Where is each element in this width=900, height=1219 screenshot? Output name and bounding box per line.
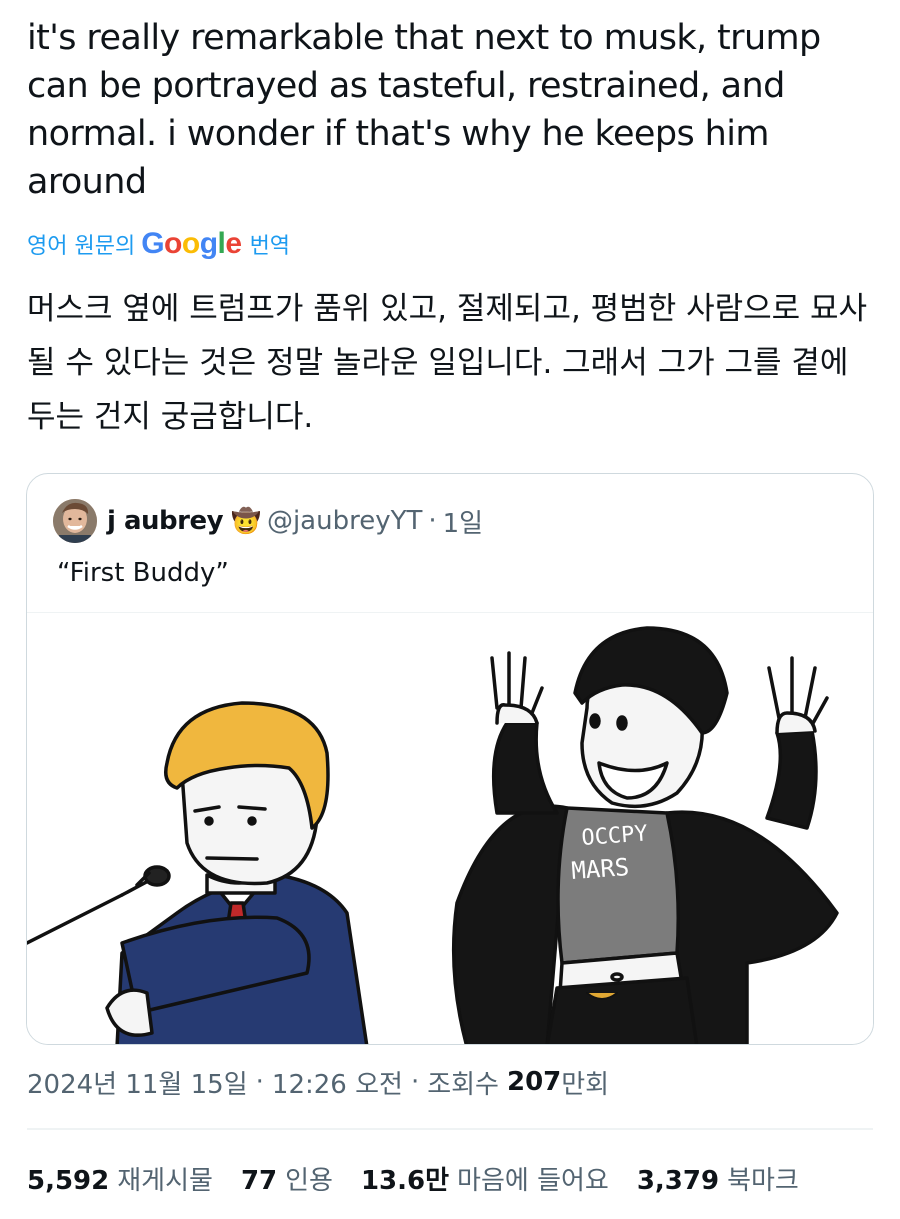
translate-link[interactable]: 번역 xyxy=(250,228,290,260)
stat-label: 재게시물 xyxy=(117,1165,213,1196)
first-buddy-cartoon: OCCPY MARS xyxy=(27,626,839,1044)
stat-label: 마음에 들어요 xyxy=(457,1165,609,1196)
cowboy-emoji-icon: 🤠 xyxy=(231,507,261,535)
stat-count: 3,379 xyxy=(636,1165,720,1196)
quote-text: “First Buddy” xyxy=(57,558,229,588)
google-logo: Google xyxy=(141,227,242,260)
tweet-text: it's really remarkable that next to musk… xyxy=(27,18,821,202)
translation-prefix: 영어 원문의 xyxy=(27,234,136,259)
translation-attribution: 영어 원문의 Google 번역 xyxy=(27,224,290,264)
tweet-metadata: 2024년 11월 15일 · 12:26 오전 · 조회수 207 만회 xyxy=(27,1060,609,1104)
separator-dot: · xyxy=(255,1067,264,1097)
stat-label: 북마크 xyxy=(727,1165,799,1196)
engagement-stats: 5,592 재게시물 77 인용 13.6만 마음에 들어요 3,379 북마크 xyxy=(27,1155,827,1201)
views-label: 조회수 xyxy=(427,1069,499,1100)
stat-count: 5,592 xyxy=(27,1165,110,1196)
stat-reposts[interactable]: 5,592 재게시물 xyxy=(27,1160,213,1197)
stat-bookmarks[interactable]: 3,379 북마크 xyxy=(637,1160,799,1197)
tweet-date[interactable]: 2024년 11월 15일 xyxy=(27,1064,248,1101)
quote-header: j aubrey 🤠 @jaubreyYT · 1일 xyxy=(53,498,483,544)
stat-count: 77 xyxy=(240,1165,278,1196)
stat-quotes[interactable]: 77 인용 xyxy=(241,1160,333,1197)
stat-likes[interactable]: 13.6만 마음에 들어요 xyxy=(361,1160,609,1197)
quote-author-handle[interactable]: @jaubreyYT xyxy=(267,506,422,536)
tweet-time[interactable]: 12:26 오전 xyxy=(272,1064,403,1101)
stat-count: 13.6만 xyxy=(360,1165,450,1196)
avatar[interactable] xyxy=(53,499,97,543)
shirt-text-line2: MARS xyxy=(570,853,630,885)
shirt-text-line1: OCCPY xyxy=(581,821,649,851)
quote-media-image[interactable]: OCCPY MARS xyxy=(27,612,873,1044)
views-count: 207 xyxy=(506,1067,562,1097)
separator-dot: · xyxy=(428,506,437,536)
views-unit: 만회 xyxy=(561,1069,610,1100)
quote-author-name[interactable]: j aubrey xyxy=(107,506,224,536)
stat-label: 인용 xyxy=(285,1165,333,1196)
quote-timestamp[interactable]: 1일 xyxy=(443,503,483,540)
translated-text: 머스크 옆에 트럼프가 품위 있고, 절제되고, 평범한 사람으로 묘사될 수 … xyxy=(27,291,868,435)
quote-tweet-card[interactable]: j aubrey 🤠 @jaubreyYT · 1일 “First Buddy” xyxy=(26,473,874,1045)
divider xyxy=(27,1128,873,1130)
separator-dot: · xyxy=(410,1067,420,1097)
